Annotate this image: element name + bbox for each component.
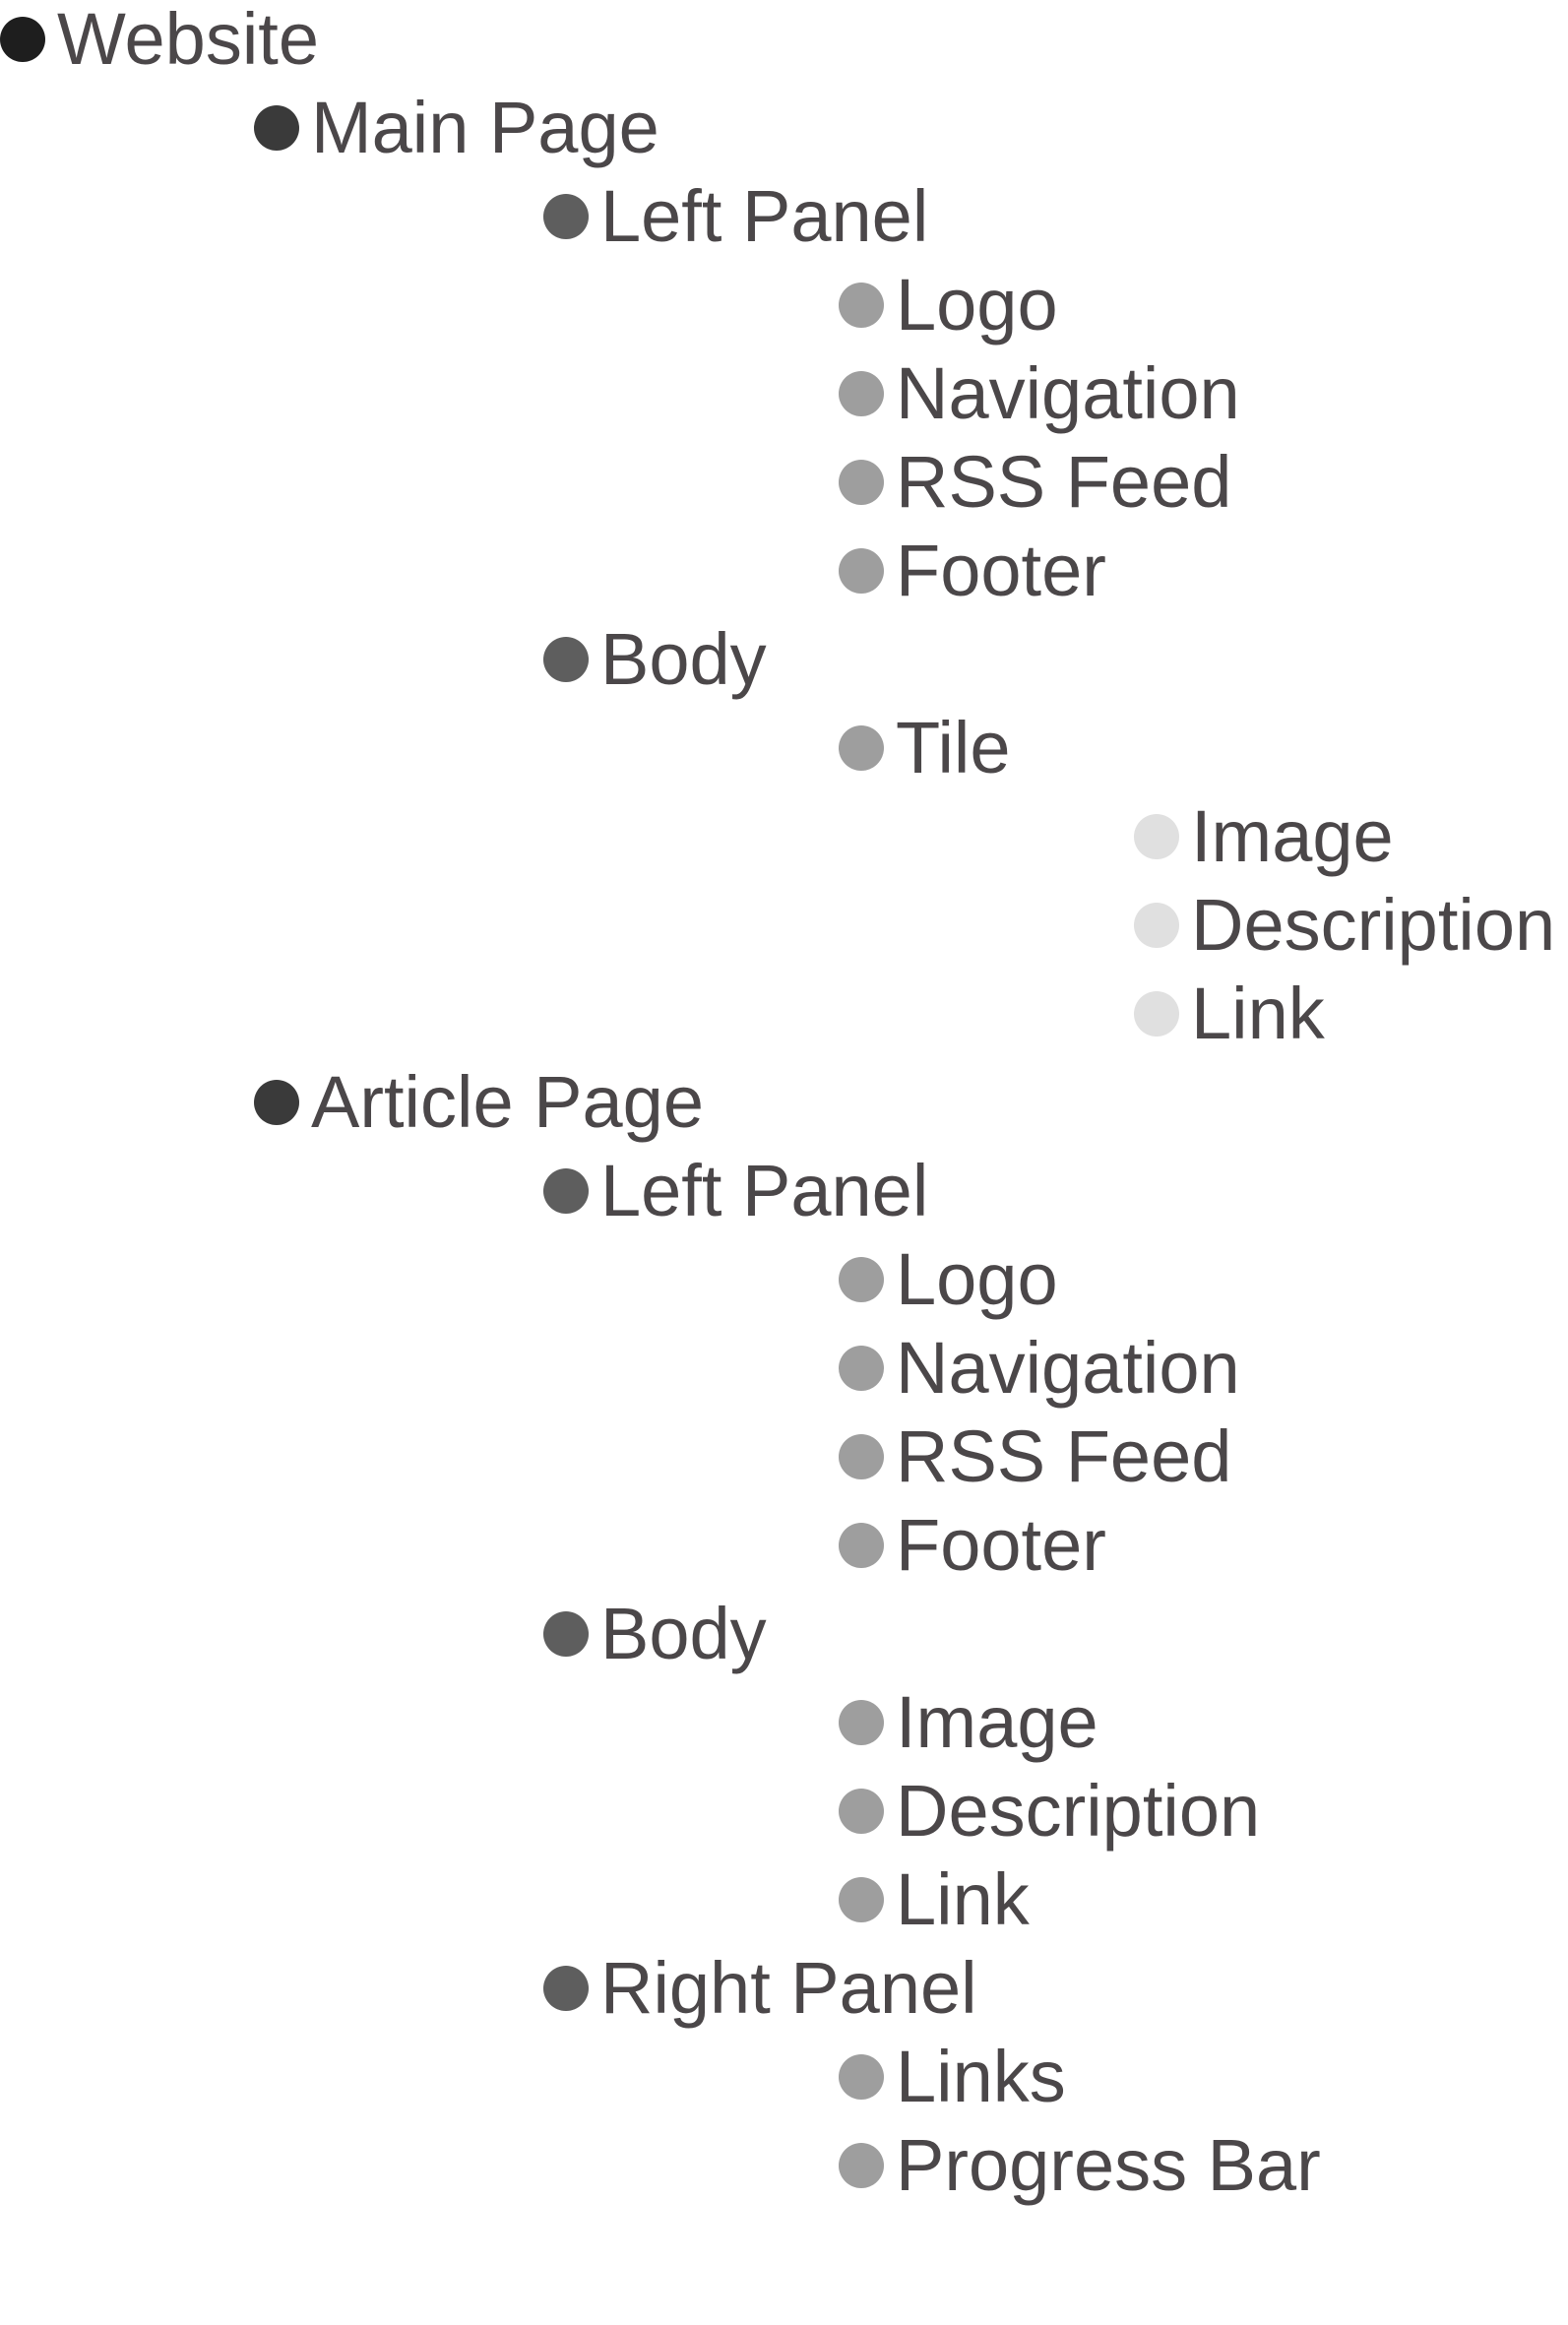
bullet-icon xyxy=(543,1611,589,1657)
bullet-icon xyxy=(839,1257,884,1302)
outline-node-label: Website xyxy=(57,0,319,80)
bullet-icon xyxy=(1134,903,1179,948)
outline-node: Link xyxy=(839,1860,1030,1939)
bullet-icon xyxy=(839,1789,884,1834)
bullet-icon xyxy=(1134,991,1179,1037)
outline-node: Links xyxy=(839,2038,1066,2116)
bullet-icon xyxy=(254,1080,299,1125)
outline-node-label: Footer xyxy=(896,1504,1106,1586)
site-structure-outline: Website Main Page Left Panel Logo Navigation… xyxy=(0,0,1568,2325)
outline-node-label: Body xyxy=(600,618,767,700)
bullet-icon xyxy=(839,2143,884,2188)
outline-node-label: Image xyxy=(1191,795,1394,877)
outline-node: Left Panel xyxy=(543,177,928,256)
outline-node: Link xyxy=(1134,974,1325,1053)
bullet-icon xyxy=(839,1434,884,1479)
bullet-icon xyxy=(543,637,589,682)
bullet-icon xyxy=(543,1966,589,2011)
outline-node: Image xyxy=(1134,797,1394,876)
outline-node: Logo xyxy=(839,266,1058,345)
bullet-icon xyxy=(839,1523,884,1568)
bullet-icon xyxy=(0,17,45,62)
outline-node-label: Description xyxy=(1191,884,1556,966)
outline-node-label: Body xyxy=(600,1593,767,1674)
outline-node-label: Link xyxy=(896,1858,1030,1940)
outline-node: RSS Feed xyxy=(839,1417,1231,1496)
outline-node-label: Logo xyxy=(896,264,1058,346)
outline-node: Navigation xyxy=(839,1329,1240,1408)
bullet-icon xyxy=(839,1346,884,1391)
outline-node: Footer xyxy=(839,1506,1106,1585)
outline-node-label: Logo xyxy=(896,1238,1058,1320)
outline-node-label: Navigation xyxy=(896,1327,1240,1409)
outline-node: Website xyxy=(0,0,319,79)
bullet-icon xyxy=(839,548,884,594)
outline-node-label: Right Panel xyxy=(600,1947,977,2029)
outline-node: Body xyxy=(543,1595,767,1673)
outline-node-label: Link xyxy=(1191,973,1325,1054)
outline-node-label: Left Panel xyxy=(600,175,929,257)
bullet-icon xyxy=(839,371,884,416)
outline-node: Description xyxy=(1134,886,1555,965)
bullet-icon xyxy=(839,1700,884,1745)
outline-node-label: Tile xyxy=(896,707,1011,788)
outline-node: Left Panel xyxy=(543,1152,928,1230)
bullet-icon xyxy=(839,2054,884,2100)
outline-node: RSS Feed xyxy=(839,443,1231,522)
bullet-icon xyxy=(839,460,884,505)
outline-node: Main Page xyxy=(254,89,659,167)
outline-node-label: Left Panel xyxy=(600,1150,929,1231)
bullet-icon xyxy=(1134,814,1179,859)
outline-node-label: Main Page xyxy=(311,87,659,168)
outline-node-label: RSS Feed xyxy=(896,441,1232,523)
bullet-icon xyxy=(543,194,589,239)
outline-node-label: Image xyxy=(896,1681,1098,1763)
bullet-icon xyxy=(254,105,299,151)
outline-node: Description xyxy=(839,1772,1260,1851)
outline-node-label: Progress Bar xyxy=(896,2124,1321,2206)
outline-node-label: Links xyxy=(896,2036,1066,2117)
outline-node: Navigation xyxy=(839,354,1240,433)
outline-node-label: Description xyxy=(896,1770,1261,1852)
bullet-icon xyxy=(839,725,884,771)
outline-node-label: Navigation xyxy=(896,352,1240,434)
outline-node: Body xyxy=(543,620,767,699)
bullet-icon xyxy=(543,1168,589,1214)
bullet-icon xyxy=(839,283,884,328)
outline-node: Footer xyxy=(839,532,1106,610)
outline-node: Progress Bar xyxy=(839,2126,1321,2205)
outline-node: Article Page xyxy=(254,1063,704,1142)
outline-node: Logo xyxy=(839,1240,1058,1319)
outline-node: Right Panel xyxy=(543,1949,977,2028)
outline-node: Tile xyxy=(839,709,1011,787)
outline-node: Image xyxy=(839,1683,1098,1762)
outline-node-label: Article Page xyxy=(311,1061,704,1143)
outline-node-label: RSS Feed xyxy=(896,1415,1232,1497)
outline-node-label: Footer xyxy=(896,530,1106,611)
bullet-icon xyxy=(839,1877,884,1922)
